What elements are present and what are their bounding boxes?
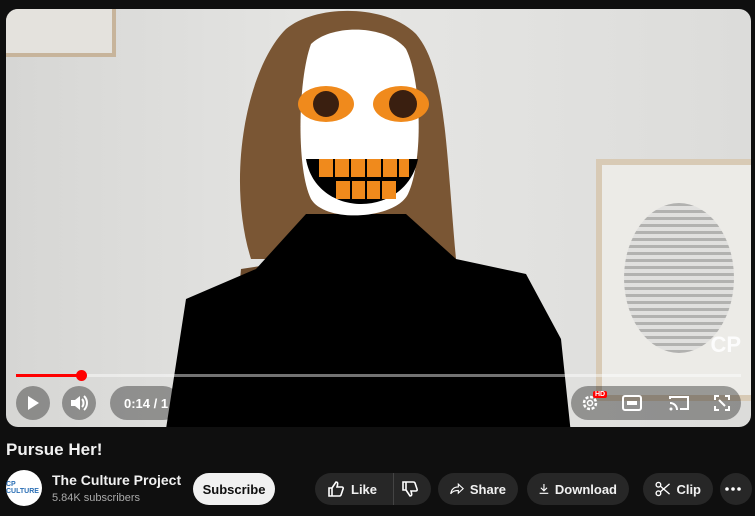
more-actions-button[interactable]: [720, 473, 752, 505]
hd-badge: HD: [593, 391, 608, 398]
right-controls: HD: [571, 386, 741, 420]
volume-button[interactable]: [62, 386, 96, 420]
clip-button[interactable]: Clip: [643, 473, 713, 505]
share-button[interactable]: Share: [438, 473, 518, 505]
like-label: Like: [351, 481, 378, 497]
wall-frame-right: [596, 159, 751, 401]
download-label: Download: [554, 481, 617, 497]
more-horizontal-icon: [725, 487, 741, 491]
scissors-icon: [655, 481, 671, 497]
volume-icon: [71, 395, 88, 411]
fullscreen-button[interactable]: [705, 386, 739, 420]
like-button[interactable]: Like: [315, 473, 393, 505]
video-player[interactable]: CP 0:14 / 1 HD: [6, 9, 751, 427]
subscribe-button[interactable]: Subscribe: [193, 473, 275, 505]
play-button[interactable]: [16, 386, 50, 420]
settings-button[interactable]: HD: [573, 386, 608, 420]
thumbs-up-icon: [328, 481, 344, 497]
thumbs-down-icon: [401, 481, 418, 497]
download-button[interactable]: Download: [527, 473, 629, 505]
subscriber-count: 5.84K subscribers: [52, 492, 141, 504]
dislike-button[interactable]: [393, 473, 431, 505]
share-label: Share: [469, 481, 506, 497]
time-display: 0:14 / 1: [110, 386, 180, 420]
wall-art: [624, 203, 734, 353]
progress-played: [16, 374, 82, 377]
avatar[interactable]: CP CULTURE: [6, 470, 42, 506]
channel-watermark[interactable]: CP: [710, 332, 741, 358]
theater-mode-button[interactable]: [615, 386, 649, 420]
video-frame-person: [166, 10, 571, 427]
progress-bar[interactable]: [16, 370, 741, 381]
wall-frame-left: [6, 9, 116, 57]
video-title: Pursue Her!: [6, 440, 103, 459]
share-icon: [450, 482, 464, 495]
download-icon: [539, 484, 549, 494]
clip-label: Clip: [676, 481, 701, 497]
scrubber-handle[interactable]: [76, 370, 88, 381]
play-icon: [28, 396, 39, 410]
channel-name[interactable]: The Culture Project: [52, 472, 181, 488]
fullscreen-icon: [714, 395, 730, 411]
cast-icon: [669, 396, 689, 411]
cast-button[interactable]: [662, 386, 696, 420]
theater-mode-icon: [622, 395, 642, 411]
